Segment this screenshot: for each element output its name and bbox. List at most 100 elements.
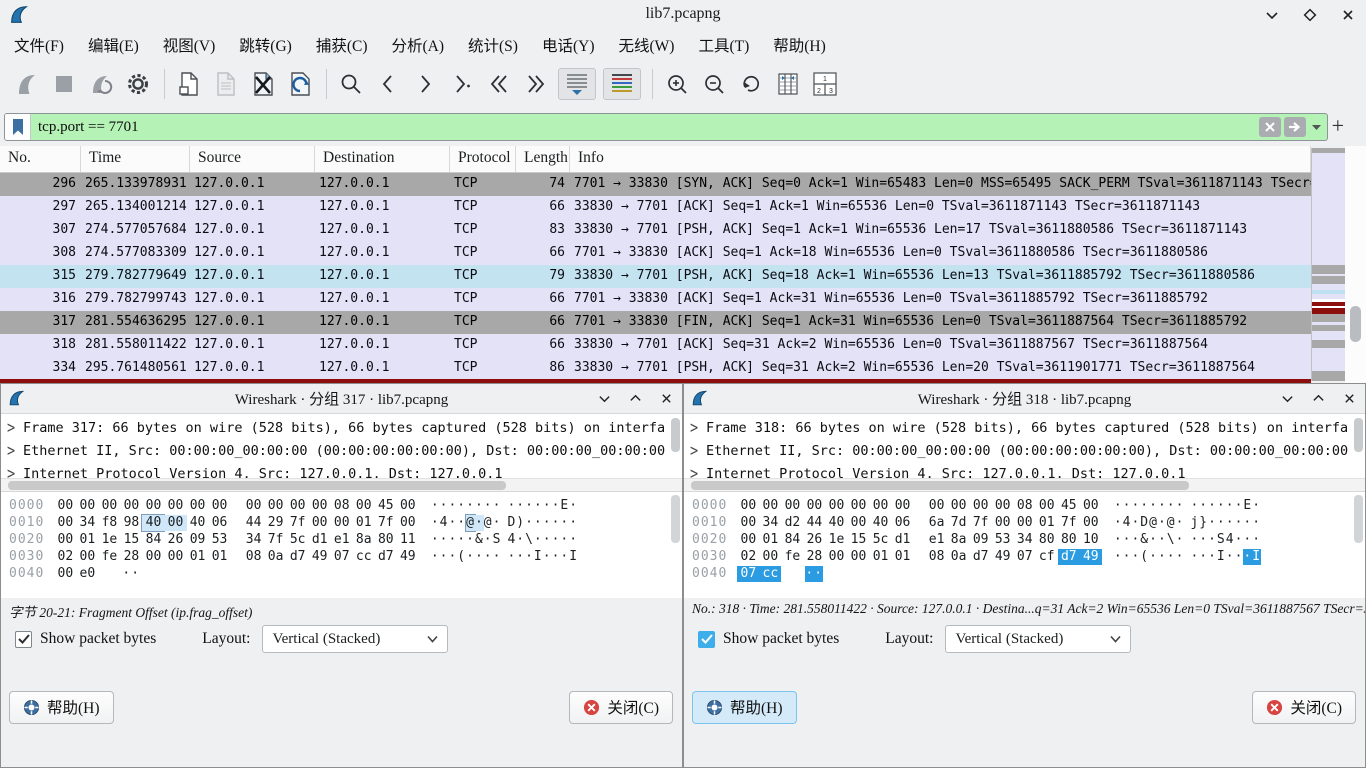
ascii-char[interactable]: · <box>1190 532 1199 548</box>
help-button[interactable]: 帮助(H) <box>9 691 114 724</box>
hex-byte[interactable]: 08 <box>1014 498 1036 514</box>
ascii-char[interactable]: · <box>484 532 493 548</box>
go-forward-icon[interactable] <box>410 68 440 100</box>
ascii-char[interactable]: · <box>516 498 525 514</box>
zoom-reset-icon[interactable] <box>736 68 766 100</box>
capture-options-icon[interactable] <box>123 68 153 100</box>
ascii-char[interactable]: · <box>466 498 475 514</box>
packet-row[interactable]: 334295.761480561127.0.0.1127.0.0.1TCP863… <box>0 357 1311 380</box>
ascii-char[interactable]: · <box>431 515 440 531</box>
ascii-char[interactable]: · <box>1114 532 1123 548</box>
hex-byte[interactable]: 80 <box>1058 532 1080 548</box>
hex-byte[interactable]: 10 <box>1080 532 1102 548</box>
close-icon[interactable] <box>1342 391 1357 406</box>
hex-byte[interactable]: 00 <box>1036 498 1058 514</box>
menu-item[interactable]: 捕获(C) <box>304 31 380 59</box>
ascii-char[interactable]: · <box>1235 515 1244 531</box>
show-packet-bytes-checkbox[interactable] <box>15 631 32 648</box>
hex-byte[interactable]: 7f <box>970 515 992 531</box>
ascii-char[interactable]: j <box>1190 515 1199 531</box>
horizontal-scrollbar[interactable] <box>1 478 682 492</box>
ascii-char[interactable]: · <box>507 498 516 514</box>
hex-byte[interactable]: 5c <box>870 532 892 548</box>
scrollbar-handle[interactable] <box>691 481 1189 490</box>
hex-byte[interactable]: 00 <box>737 498 759 514</box>
hex-byte[interactable]: 00 <box>353 498 375 514</box>
hex-byte[interactable]: 01 <box>209 549 231 565</box>
filter-dropdown-icon[interactable] <box>1309 124 1323 131</box>
ascii-char[interactable]: · <box>1199 498 1208 514</box>
minimize-icon[interactable] <box>1264 7 1280 23</box>
hex-byte[interactable]: 00 <box>209 498 231 514</box>
horizontal-scrollbar[interactable] <box>684 478 1365 492</box>
layout-select[interactable]: Vertical (Stacked) <box>262 625 448 653</box>
display-filter-field[interactable]: tcp.port == 7701 <box>4 113 1328 141</box>
ascii-char[interactable]: · <box>1226 515 1235 531</box>
expand-arrow-icon[interactable]: > <box>7 460 23 478</box>
hex-byte[interactable]: 02 <box>54 549 76 565</box>
ascii-char[interactable]: I <box>1217 549 1226 565</box>
layout-chooser-icon[interactable]: 123 <box>810 68 840 100</box>
hex-byte[interactable]: 08 <box>926 549 948 565</box>
ascii-char[interactable]: · <box>1176 515 1185 531</box>
hex-byte[interactable]: 0a <box>948 549 970 565</box>
ascii-char[interactable]: · <box>507 549 516 565</box>
hex-byte[interactable]: 00 <box>825 549 847 565</box>
hex-byte[interactable]: 44 <box>243 515 265 531</box>
hex-row[interactable]: 000000000000000000000000000008004500····… <box>9 498 682 515</box>
ascii-char[interactable]: I <box>534 549 543 565</box>
hex-byte[interactable]: 07 <box>331 549 353 565</box>
hex-byte[interactable]: 84 <box>781 532 803 548</box>
go-first-icon[interactable] <box>484 68 514 100</box>
stop-capture-icon[interactable] <box>49 68 79 100</box>
hex-byte[interactable]: 11 <box>397 532 419 548</box>
hex-byte[interactable]: 1e <box>98 532 120 548</box>
hex-byte[interactable]: 15 <box>120 532 142 548</box>
hex-byte[interactable]: 44 <box>803 515 825 531</box>
find-packet-icon[interactable] <box>336 68 366 100</box>
ascii-char[interactable]: · <box>552 498 561 514</box>
ascii-char[interactable]: \ <box>1167 532 1176 548</box>
hex-byte[interactable]: fe <box>98 549 120 565</box>
ascii-char[interactable]: · <box>1131 515 1140 531</box>
ascii-char[interactable]: · <box>1190 549 1199 565</box>
hex-byte[interactable]: 40 <box>870 515 892 531</box>
menu-item[interactable]: 帮助(H) <box>761 31 838 59</box>
ascii-char[interactable]: · <box>1208 549 1217 565</box>
colorize-packets-icon[interactable] <box>603 68 641 100</box>
hex-scrollbar[interactable] <box>671 495 680 543</box>
maximize-icon[interactable] <box>1302 7 1318 23</box>
go-back-icon[interactable] <box>373 68 403 100</box>
ascii-char[interactable]: · <box>516 549 525 565</box>
hex-byte[interactable]: 34 <box>759 515 781 531</box>
ascii-char[interactable]: · <box>1131 549 1140 565</box>
maximize-icon[interactable] <box>628 391 643 406</box>
hex-byte[interactable]: 26 <box>803 532 825 548</box>
hex-scrollbar[interactable] <box>1354 495 1363 543</box>
packet-row[interactable]: 308274.577083309127.0.0.1127.0.0.1TCP667… <box>0 242 1311 265</box>
ascii-char[interactable]: · <box>457 498 466 514</box>
ascii-char[interactable]: 4 <box>1123 515 1132 531</box>
ascii-char[interactable]: · <box>543 515 552 531</box>
hex-byte[interactable]: d7 <box>287 549 309 565</box>
ascii-char[interactable]: · <box>560 549 569 565</box>
ascii-char[interactable]: E <box>560 498 569 514</box>
menu-item[interactable]: 视图(V) <box>151 31 228 59</box>
zoom-in-icon[interactable] <box>662 68 692 100</box>
zoom-out-icon[interactable] <box>699 68 729 100</box>
ascii-char[interactable]: D <box>1140 515 1149 531</box>
hex-byte[interactable]: 00 <box>892 498 914 514</box>
hex-byte[interactable]: fe <box>781 549 803 565</box>
hex-byte[interactable]: 00 <box>737 532 759 548</box>
ascii-char[interactable]: & <box>1140 532 1149 548</box>
clear-filter-icon[interactable] <box>1259 117 1281 137</box>
hex-byte[interactable]: 8a <box>353 532 375 548</box>
hex-byte[interactable]: 26 <box>164 532 186 548</box>
packet-row[interactable]: 307274.577057684127.0.0.1127.0.0.1TCP833… <box>0 219 1311 242</box>
start-capture-icon[interactable] <box>12 68 42 100</box>
ascii-char[interactable]: · <box>1114 498 1123 514</box>
auto-scroll-icon[interactable] <box>558 68 596 100</box>
hex-byte[interactable]: 00 <box>309 498 331 514</box>
hex-byte[interactable]: e1 <box>926 532 948 548</box>
ascii-char[interactable]: 4 <box>507 532 516 548</box>
